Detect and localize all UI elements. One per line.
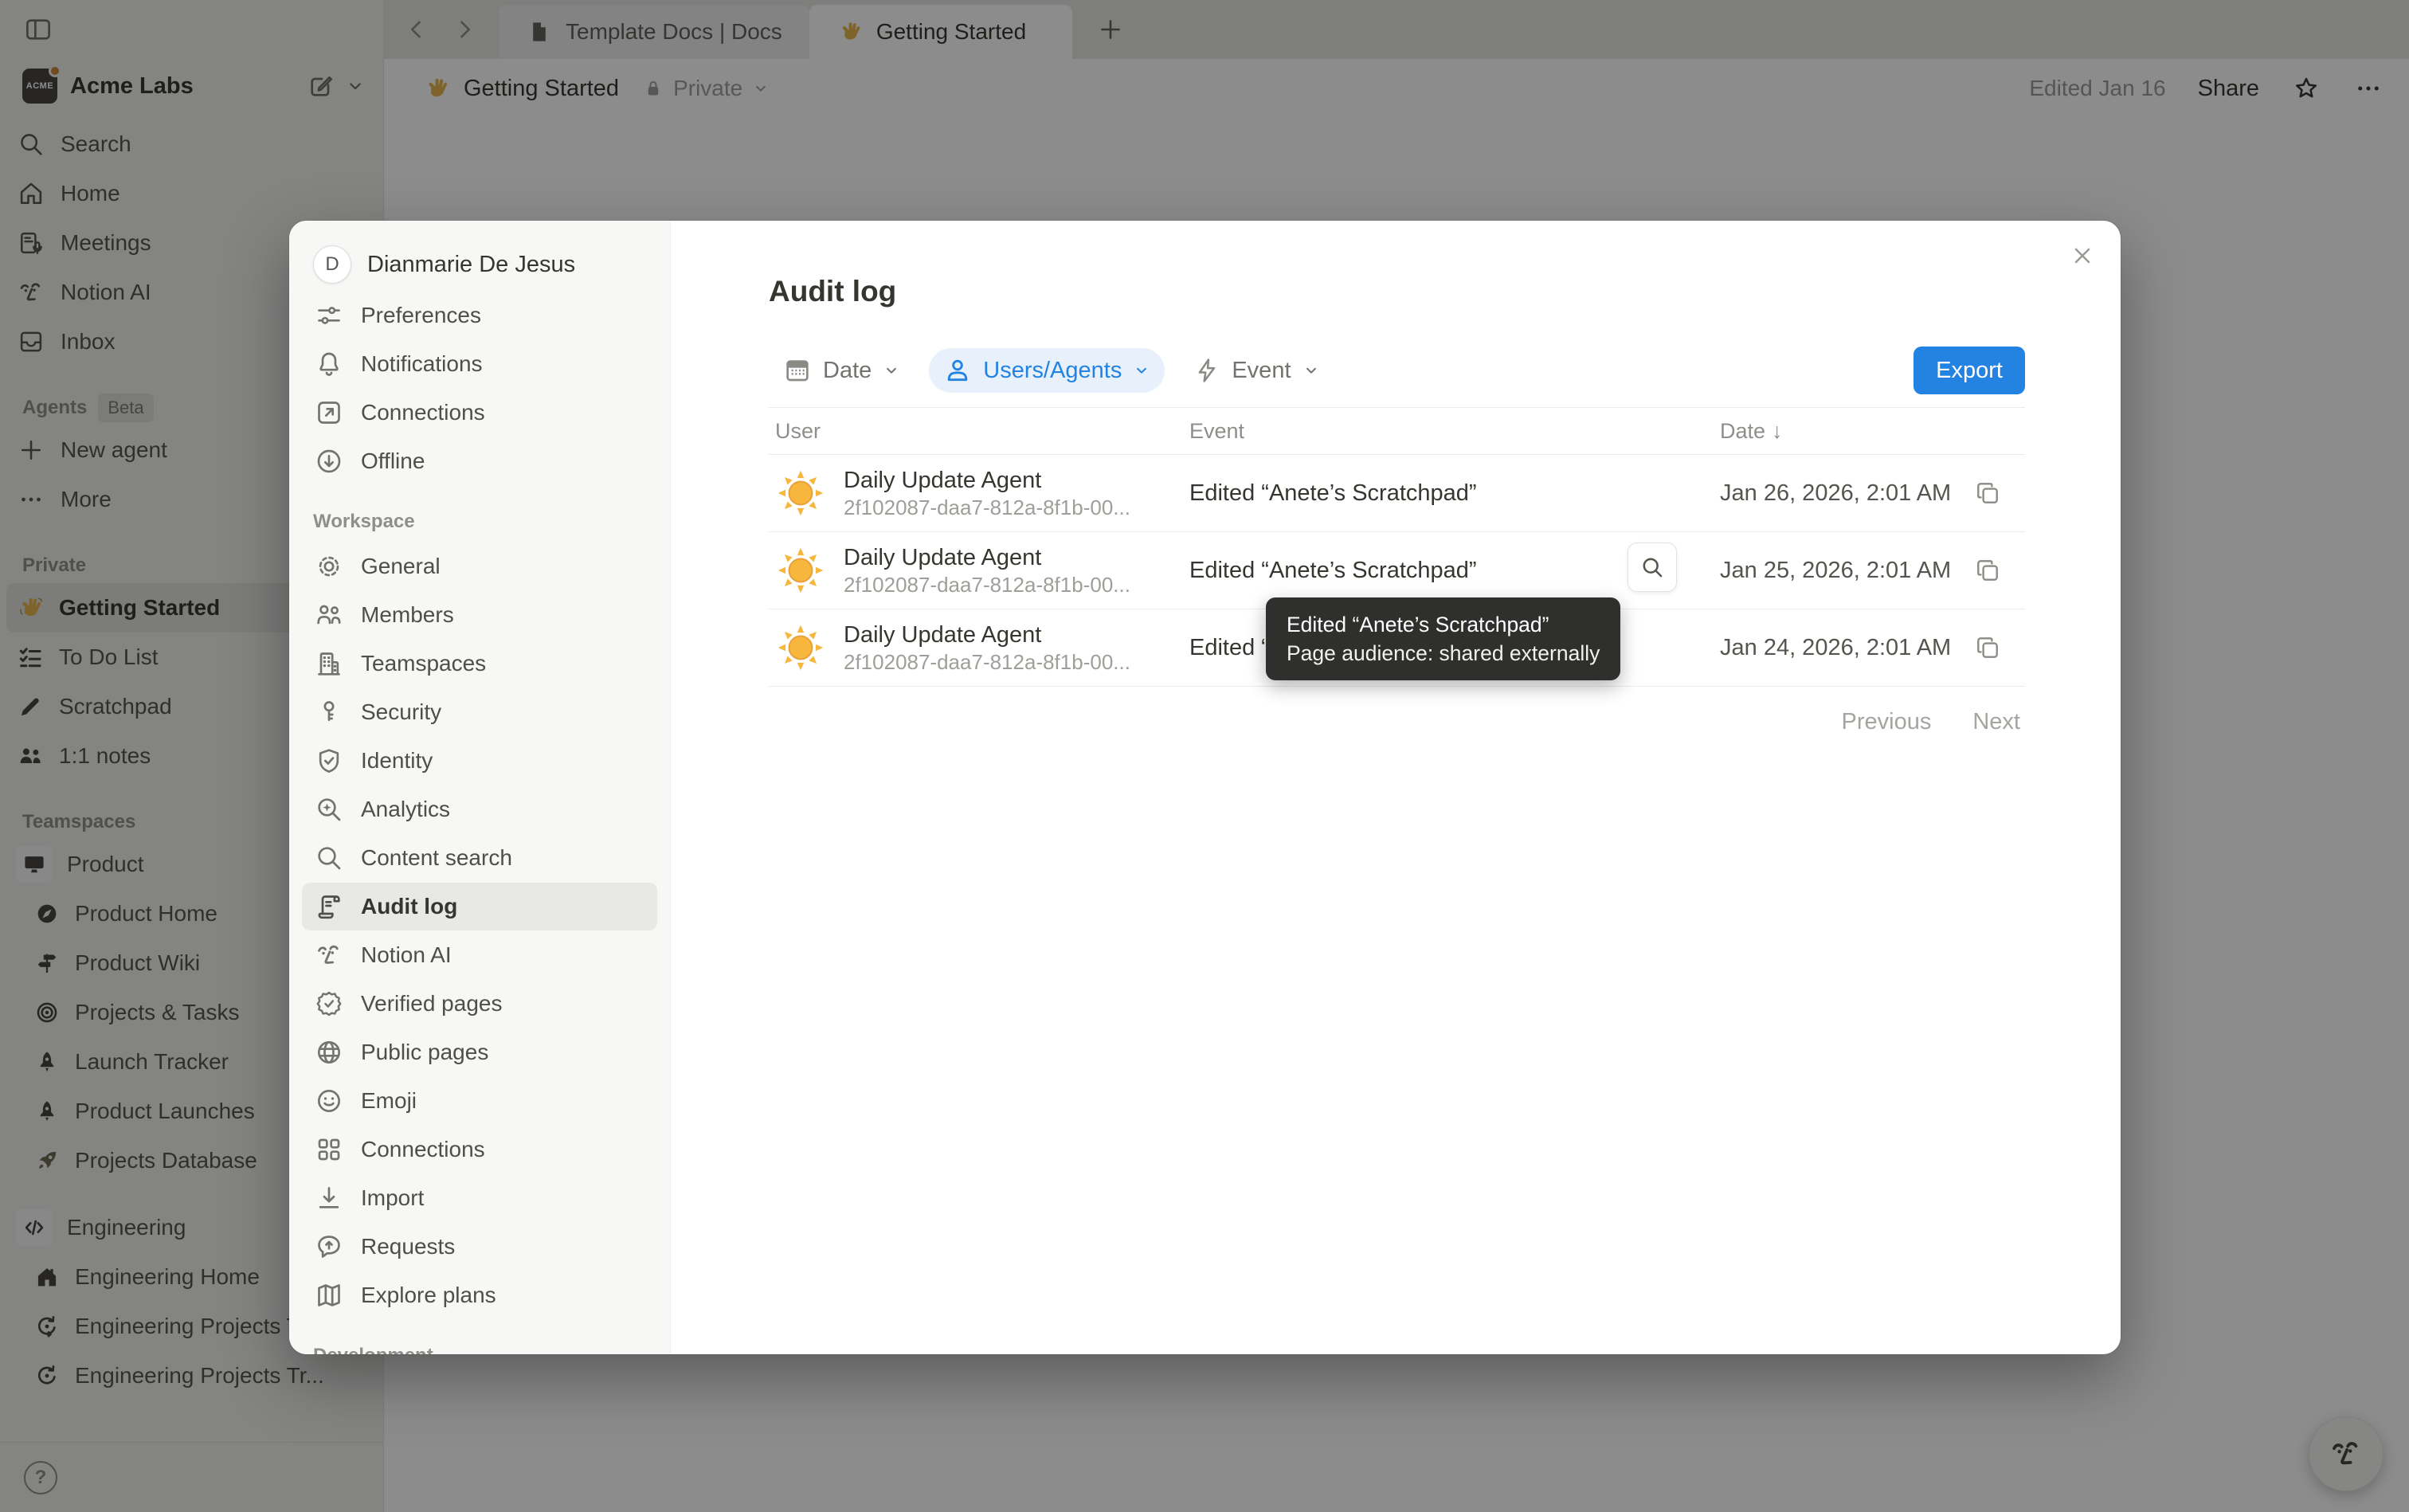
agent-id: 2f102087-daa7-812a-8f1b-00...	[844, 572, 1130, 597]
chevron-down-icon	[881, 360, 902, 381]
copy-icon[interactable]	[1972, 555, 2003, 586]
date-cell: Jan 25, 2026, 2:01 AM	[1720, 558, 1951, 584]
export-button[interactable]: Export	[1913, 347, 2025, 394]
column-header-user[interactable]: User	[769, 419, 1183, 444]
settings-nav-identity[interactable]: Identity	[302, 737, 657, 785]
tooltip-event-title: Edited “Anete’s Scratchpad”	[1287, 610, 1600, 639]
search-icon	[313, 842, 345, 874]
settings-nav-notifications[interactable]: Notifications	[302, 340, 657, 388]
settings-nav-content-search[interactable]: Content search	[302, 834, 657, 882]
chevron-down-icon	[1131, 360, 1152, 381]
settings-nav-audit-log[interactable]: Audit log	[302, 883, 657, 930]
sun-agent-avatar	[775, 622, 826, 673]
copy-icon[interactable]	[1972, 633, 2003, 663]
gear-icon	[313, 550, 345, 582]
event-tooltip: Edited “Anete’s Scratchpad” Page audienc…	[1266, 597, 1620, 680]
settings-nav-notion-ai[interactable]: Notion AI	[302, 931, 657, 979]
bell-icon	[313, 348, 345, 380]
table-row[interactable]: Daily Update Agent 2f102087-daa7-812a-8f…	[769, 455, 2025, 532]
tooltip-event-detail: Page audience: shared externally	[1287, 639, 1600, 668]
workspace-section-label: Workspace	[313, 506, 646, 538]
settings-nav-teamspaces[interactable]: Teamspaces	[302, 640, 657, 687]
settings-nav-analytics[interactable]: Analytics	[302, 785, 657, 833]
event-cell: Edited “Anete’s Scratchpad”	[1183, 480, 1714, 507]
close-icon[interactable]	[2066, 240, 2098, 272]
agent-name: Daily Update Agent	[844, 621, 1130, 649]
person-icon	[942, 354, 973, 386]
scroll-icon	[313, 891, 345, 922]
settings-nav-preferences[interactable]: Preferences	[302, 292, 657, 339]
building-icon	[313, 648, 345, 680]
agent-name: Daily Update Agent	[844, 543, 1130, 572]
search-sparkle-icon	[313, 793, 345, 825]
date-cell: Jan 24, 2026, 2:01 AM	[1720, 635, 1951, 661]
users-agents-filter[interactable]: Users/Agents	[929, 348, 1165, 393]
settings-nav-general[interactable]: General	[302, 543, 657, 590]
date-filter[interactable]: Date	[769, 348, 915, 393]
chevron-down-icon	[1301, 360, 1322, 381]
account-name: Dianmarie De Jesus	[367, 252, 575, 278]
settings-nav-connections-account[interactable]: Connections	[302, 389, 657, 437]
settings-nav-emoji[interactable]: Emoji	[302, 1077, 657, 1125]
settings-nav-requests[interactable]: Requests	[302, 1223, 657, 1271]
inspect-event-button[interactable]	[1628, 543, 1677, 592]
map-icon	[313, 1279, 345, 1311]
page-title: Audit log	[769, 273, 2025, 310]
sliders-icon	[313, 300, 345, 331]
filter-bar: Date Users/Agents Event Export	[769, 347, 2025, 394]
agent-id: 2f102087-daa7-812a-8f1b-00...	[844, 495, 1130, 520]
download-circle-icon	[313, 445, 345, 477]
notion-app-window: ACME Acme Labs Search Home Meetings Noti…	[0, 0, 2409, 1512]
message-up-icon	[313, 1231, 345, 1263]
lightning-icon	[1192, 355, 1222, 386]
agent-name: Daily Update Agent	[844, 466, 1130, 495]
copy-icon[interactable]	[1972, 478, 2003, 508]
development-section-label: Development	[313, 1340, 646, 1354]
settings-nav-security[interactable]: Security	[302, 688, 657, 736]
globe-icon	[313, 1036, 345, 1068]
settings-nav-public-pages[interactable]: Public pages	[302, 1028, 657, 1076]
pagination: Previous Next	[769, 709, 2025, 735]
import-icon	[313, 1182, 345, 1214]
settings-nav-offline[interactable]: Offline	[302, 437, 657, 485]
settings-nav-import[interactable]: Import	[302, 1174, 657, 1222]
settings-nav-verified-pages[interactable]: Verified pages	[302, 980, 657, 1028]
settings-modal: D Dianmarie De Jesus Preferences Notific…	[289, 221, 2121, 1354]
table-header: User Event Date↓	[769, 407, 2025, 455]
audit-log-panel: Audit log Date Users/Agents Event	[671, 221, 2121, 1354]
previous-button[interactable]: Previous	[1842, 709, 1932, 735]
avatar: D	[313, 245, 351, 284]
shield-check-icon	[313, 745, 345, 777]
sun-agent-avatar	[775, 545, 826, 596]
smiley-icon	[313, 1085, 345, 1117]
settings-nav: D Dianmarie De Jesus Preferences Notific…	[289, 221, 671, 1354]
settings-nav-members[interactable]: Members	[302, 591, 657, 639]
agent-id: 2f102087-daa7-812a-8f1b-00...	[844, 649, 1130, 675]
calendar-icon	[781, 354, 813, 386]
sort-descending-icon: ↓	[1772, 419, 1783, 444]
settings-nav-explore-plans[interactable]: Explore plans	[302, 1271, 657, 1319]
external-link-icon	[313, 397, 345, 429]
settings-nav-connections-workspace[interactable]: Connections	[302, 1126, 657, 1173]
next-button[interactable]: Next	[1972, 709, 2020, 735]
column-header-date[interactable]: Date↓	[1714, 419, 2025, 444]
date-cell: Jan 26, 2026, 2:01 AM	[1720, 480, 1951, 507]
settings-nav-account[interactable]: D Dianmarie De Jesus	[302, 238, 657, 291]
key-icon	[313, 696, 345, 728]
column-header-event[interactable]: Event	[1183, 419, 1714, 444]
grid-icon	[313, 1134, 345, 1165]
notion-ai-face-icon	[313, 939, 345, 971]
event-filter[interactable]: Event	[1179, 348, 1334, 393]
sun-agent-avatar	[775, 468, 826, 519]
verified-badge-icon	[313, 988, 345, 1020]
members-icon	[313, 599, 345, 631]
